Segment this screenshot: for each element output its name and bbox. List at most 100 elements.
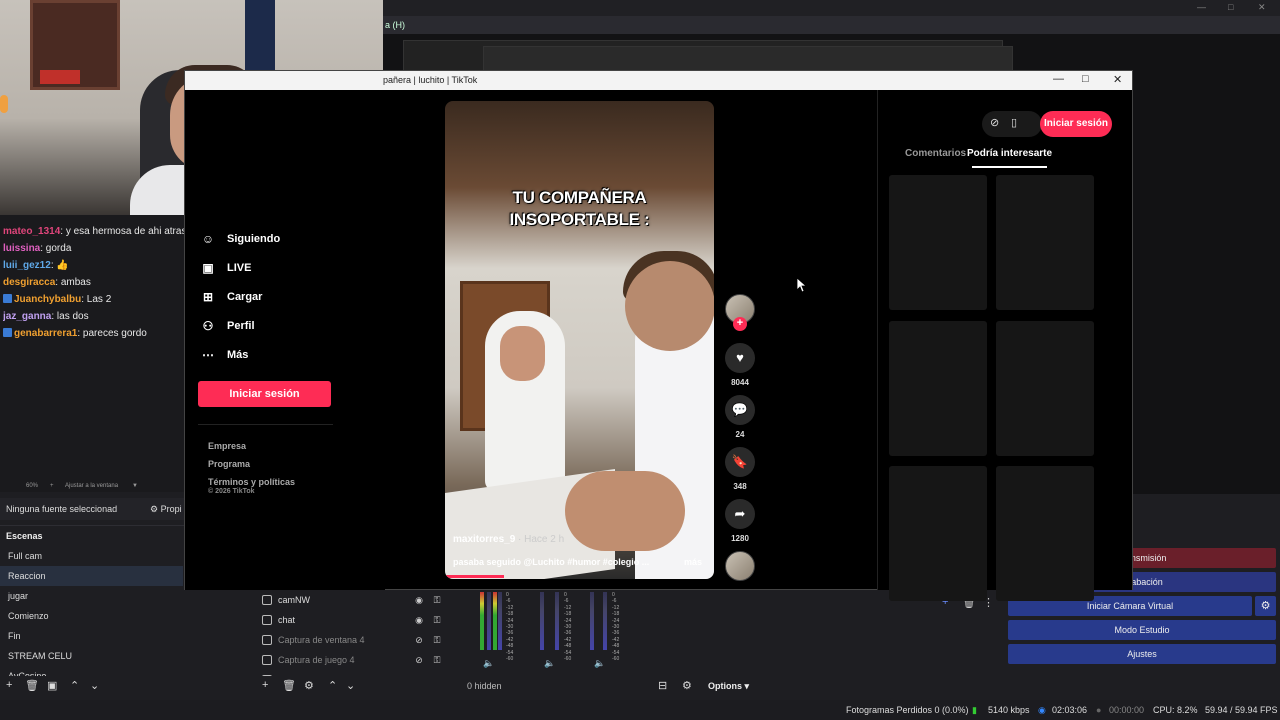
phone-icon[interactable]: ▯	[1011, 116, 1017, 129]
scene-item[interactable]: Reaccion	[0, 566, 183, 586]
scene-item[interactable]: AyCosino	[0, 666, 183, 676]
suggested-video-thumbnail[interactable]	[889, 466, 987, 601]
chevron-up-icon[interactable]: ⌃	[328, 679, 337, 692]
volume-icon[interactable]: 🔈	[594, 658, 605, 669]
tab-comments[interactable]: Comentarios	[905, 148, 966, 159]
tiktok-sidebar: ☺ Siguiendo ▣ LIVE ⊞ Cargar ⚇ Perfil ⋯ Más Inicia…	[185, 90, 385, 590]
lock-icon[interactable]: ⚿	[432, 655, 442, 665]
properties-button[interactable]: ⚙ Propi	[150, 498, 182, 520]
eye-off-icon[interactable]: ⊘	[414, 635, 424, 645]
nav-item-ms[interactable]: ⋯ Más	[201, 348, 248, 362]
close-icon[interactable]: ✕	[1113, 73, 1122, 86]
scene-item[interactable]: Fin	[0, 626, 183, 646]
chat-text: : 👍	[50, 260, 69, 271]
menu-help[interactable]: a (H)	[385, 20, 405, 30]
layout-icon[interactable]: ⊟	[658, 679, 667, 692]
zoom-fit[interactable]: Ajustar a la ventana	[65, 480, 118, 492]
trash-icon[interactable]: 🗑	[25, 679, 39, 692]
suggested-video-thumbnail[interactable]	[996, 466, 1094, 601]
source-toolbar: Ninguna fuente seleccionad ⚙ Propi	[0, 498, 190, 520]
video-device-icon	[262, 675, 272, 676]
maximize-icon[interactable]: □	[1082, 73, 1089, 85]
minimize-icon[interactable]: —	[1197, 2, 1206, 12]
lock-icon[interactable]: ⚿	[432, 615, 442, 625]
no-source-label: Ninguna fuente seleccionad	[6, 504, 118, 514]
tab-suggested[interactable]: Podría interesarte	[967, 148, 1052, 159]
follow-plus-icon[interactable]: +	[733, 317, 747, 331]
bookmark-icon[interactable]: 🔖	[725, 447, 755, 477]
gamepad-icon	[262, 655, 272, 665]
heart-icon[interactable]: ♥	[725, 343, 755, 373]
comment-count: 24	[735, 430, 745, 439]
virtual-camera-settings-icon[interactable]: ⚙	[1255, 596, 1276, 616]
footer-link[interactable]: Términos y políticas	[208, 477, 295, 487]
db-tick: -48	[612, 643, 620, 650]
studio-mode-button[interactable]: Modo Estudio	[1008, 620, 1276, 640]
eye-off-icon[interactable]: ⊘	[414, 655, 424, 665]
footer-link[interactable]: Empresa	[208, 441, 246, 451]
video-author[interactable]: maxitorres_9 · Hace 2 h	[453, 534, 564, 545]
volume-icon[interactable]: 🔈	[483, 658, 494, 669]
more-link[interactable]: más	[684, 557, 702, 567]
source-item[interactable]: chat ◉ ⚿	[252, 610, 450, 630]
scene-item[interactable]: jugar	[0, 586, 183, 606]
chevron-down-icon[interactable]: ▼	[132, 480, 138, 492]
nav-item-siguiendo[interactable]: ☺ Siguiendo	[201, 232, 280, 246]
lock-icon[interactable]: ⚿	[432, 635, 442, 645]
close-icon[interactable]: ✕	[1258, 2, 1266, 13]
source-item[interactable]: Captura de juego 4 ⊘ ⚿	[252, 650, 450, 670]
compass-icon[interactable]: ⊘	[990, 116, 999, 129]
suggested-video-thumbnail[interactable]	[889, 321, 987, 456]
source-item[interactable]: Dispositivo de captura de vídeo ⊘ ⚿	[252, 670, 450, 676]
chat-username: desgiracca	[3, 277, 56, 288]
sound-disc-icon[interactable]	[725, 551, 755, 581]
chevron-up-icon[interactable]: ⌃	[70, 679, 79, 692]
scene-item[interactable]: Full cam	[0, 546, 183, 566]
db-tick: -60	[564, 656, 572, 663]
add-source-icon[interactable]: +	[262, 679, 268, 691]
status-bar: Fotogramas Perdidos 0 (0.0%) ▮ 5140 kbps…	[0, 700, 1280, 720]
eye-icon[interactable]: ◉	[414, 595, 424, 605]
nav-item-perfil[interactable]: ⚇ Perfil	[201, 319, 255, 333]
options-button[interactable]: Options ▾	[708, 681, 749, 692]
suggested-video-thumbnail[interactable]	[996, 321, 1094, 456]
source-item[interactable]: Captura de ventana 4 ⊘ ⚿	[252, 630, 450, 650]
minimize-icon[interactable]: —	[1053, 73, 1064, 85]
settings-button[interactable]: Ajustes	[1008, 644, 1276, 664]
volume-icon[interactable]: 🔈	[544, 658, 555, 669]
sub-badge-icon	[3, 294, 12, 303]
lock-icon[interactable]: ⚿	[432, 595, 442, 605]
footer-link[interactable]: Programa	[208, 459, 250, 469]
suggested-video-thumbnail[interactable]	[996, 175, 1094, 310]
db-tick: -48	[506, 643, 514, 650]
video-player[interactable]: TU COMPAÑERA INSOPORTABLE : maxitorres_9…	[445, 101, 714, 579]
mixer-settings-icon[interactable]: ⚙	[682, 679, 692, 692]
gear-icon[interactable]: ⚙	[304, 679, 314, 692]
nav-item-live[interactable]: ▣ LIVE	[201, 261, 251, 275]
filter-icon[interactable]: ▣	[47, 679, 57, 692]
chat-message: jaz_ganna: las dos	[3, 308, 187, 325]
eye-icon[interactable]: ◉	[414, 615, 424, 625]
share-count: 1280	[731, 534, 749, 543]
zoom-in-icon[interactable]: +	[50, 480, 54, 492]
comment-icon[interactable]: 💬	[725, 395, 755, 425]
chevron-down-icon[interactable]: ⌄	[346, 679, 355, 692]
chat-text: : pareces gordo	[77, 328, 147, 339]
add-scene-icon[interactable]: +	[6, 679, 12, 691]
trash-icon[interactable]: 🗑	[282, 679, 296, 692]
cam-shelf	[245, 0, 275, 70]
nav-item-cargar[interactable]: ⊞ Cargar	[201, 290, 263, 304]
login-button[interactable]: Iniciar sesión	[198, 381, 331, 407]
scene-item[interactable]: Comienzo	[0, 606, 183, 626]
maximize-icon[interactable]: □	[1228, 2, 1233, 12]
suggested-video-thumbnail[interactable]	[889, 175, 987, 310]
share-icon[interactable]: ➦	[725, 499, 755, 529]
lock-icon[interactable]: ⚿	[432, 675, 442, 676]
scene-item[interactable]: STREAM CELU	[0, 646, 183, 666]
top-login-button[interactable]: Iniciar sesión	[1040, 111, 1112, 137]
window-icon	[262, 635, 272, 645]
eye-off-icon[interactable]: ⊘	[414, 675, 424, 676]
video-progress[interactable]	[445, 575, 505, 578]
source-item[interactable]: camNW ◉ ⚿	[252, 590, 450, 610]
chevron-down-icon[interactable]: ⌄	[90, 679, 99, 692]
